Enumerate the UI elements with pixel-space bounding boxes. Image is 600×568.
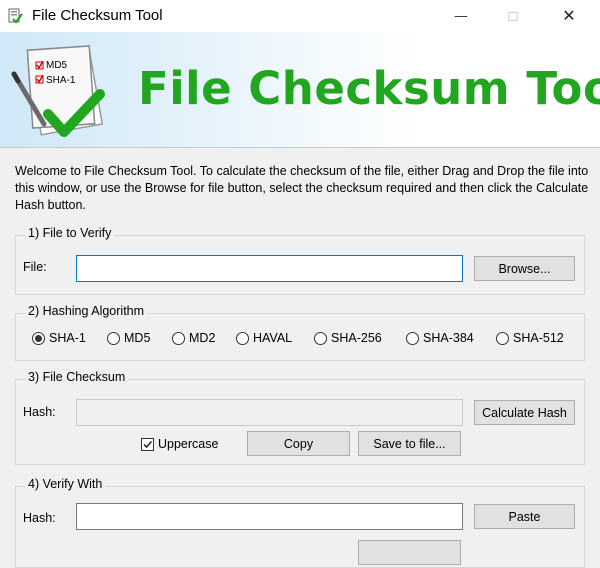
algorithm-radio-group: SHA-1 MD5 MD2 HAVAL SHA-256 SHA-384 SHA-512 <box>32 328 572 348</box>
save-to-file-button[interactable]: Save to file... <box>358 431 461 456</box>
file-to-verify-group: 1) File to Verify File: Browse... <box>15 226 585 295</box>
uppercase-checkbox[interactable]: Uppercase <box>141 437 218 451</box>
radio-circle[interactable] <box>107 331 120 345</box>
algorithm-radio-md5[interactable]: MD5 <box>107 328 150 348</box>
intro-text: Welcome to File Checksum Tool. To calcul… <box>15 164 589 212</box>
window-title: File Checksum Tool <box>32 7 163 24</box>
algorithm-radio-sha-384[interactable]: SHA-384 <box>406 328 474 348</box>
uppercase-checkbox-box[interactable] <box>141 437 154 451</box>
copy-button[interactable]: Copy <box>247 431 350 456</box>
uppercase-label: Uppercase <box>158 437 219 451</box>
algorithm-radio-label: MD5 <box>124 331 151 345</box>
radio-circle[interactable] <box>406 331 419 345</box>
checksum-hash-output[interactable] <box>76 399 463 426</box>
close-icon: ✕ <box>562 8 576 25</box>
checkmark-icon <box>143 440 153 448</box>
algorithm-radio-label: SHA-384 <box>423 331 474 345</box>
verify-button[interactable] <box>358 540 461 565</box>
hashing-algorithm-legend: 2) Hashing Algorithm <box>25 304 148 318</box>
logo-sha1-text: SHA-1 <box>46 75 76 86</box>
app-icon <box>8 8 23 24</box>
file-checksum-group: 3) File Checksum Hash: Calculate Hash Up… <box>15 370 585 465</box>
verify-hash-input[interactable] <box>76 503 463 530</box>
radio-circle[interactable] <box>314 331 327 345</box>
algorithm-radio-label: HAVAL <box>253 331 293 345</box>
banner-title: File Checksum Tool <box>138 62 600 115</box>
minimize-button[interactable]: — <box>438 0 484 32</box>
algorithm-radio-label: MD2 <box>189 331 216 345</box>
verify-with-group: 4) Verify With Hash: Paste <box>15 477 585 568</box>
file-checksum-legend: 3) File Checksum <box>25 370 129 384</box>
radio-circle[interactable] <box>172 331 185 345</box>
algorithm-radio-haval[interactable]: HAVAL <box>236 328 292 348</box>
paste-button[interactable]: Paste <box>474 504 575 529</box>
file-label: File: <box>23 260 47 274</box>
algorithm-radio-sha-256[interactable]: SHA-256 <box>314 328 382 348</box>
algorithm-radio-label: SHA-256 <box>331 331 382 345</box>
algorithm-radio-label: SHA-512 <box>513 331 564 345</box>
radio-circle[interactable] <box>496 331 509 345</box>
algorithm-radio-sha-512[interactable]: SHA-512 <box>496 328 564 348</box>
browse-button[interactable]: Browse... <box>474 256 575 281</box>
verify-with-legend: 4) Verify With <box>25 477 106 491</box>
radio-circle[interactable] <box>236 331 249 345</box>
file-to-verify-legend: 1) File to Verify <box>25 226 115 240</box>
verify-hash-label: Hash: <box>23 511 56 525</box>
algorithm-radio-sha-1[interactable]: SHA-1 <box>32 328 86 348</box>
checksum-hash-label: Hash: <box>23 405 56 419</box>
title-bar: File Checksum Tool — ☐ ✕ <box>0 0 600 32</box>
logo-md5-text: MD5 <box>46 60 68 71</box>
algorithm-radio-label: SHA-1 <box>49 331 86 345</box>
maximize-icon: ☐ <box>507 9 519 24</box>
file-path-input[interactable] <box>76 255 463 282</box>
hashing-algorithm-group: 2) Hashing Algorithm SHA-1 MD5 MD2 HAVAL SHA… <box>15 304 585 361</box>
minimize-icon: — <box>454 9 468 23</box>
algorithm-radio-md2[interactable]: MD2 <box>172 328 215 348</box>
banner: MD5 SHA-1 File Checksum Tool <box>0 32 600 148</box>
calculate-hash-button[interactable]: Calculate Hash <box>474 400 575 425</box>
radio-circle[interactable] <box>32 331 45 345</box>
maximize-button[interactable]: ☐ <box>490 0 536 32</box>
close-button[interactable]: ✕ <box>546 0 592 32</box>
checklist-logo-icon: MD5 SHA-1 <box>11 45 105 137</box>
